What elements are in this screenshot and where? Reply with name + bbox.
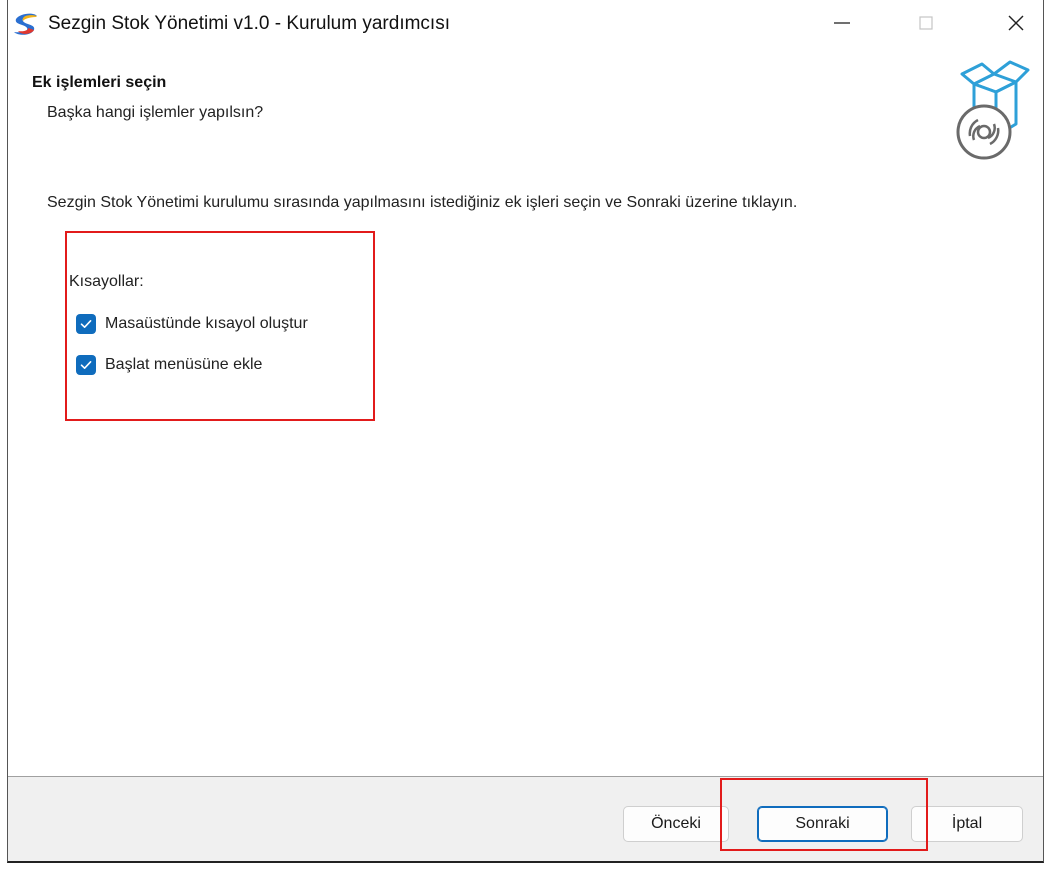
- shortcuts-section-label: Kısayollar:: [69, 273, 144, 290]
- window-title: Sezgin Stok Yönetimi v1.0 - Kurulum yard…: [48, 13, 450, 34]
- close-button[interactable]: [987, 0, 1045, 46]
- desktop-shortcut-checkbox[interactable]: [76, 314, 96, 334]
- setup-wizard-window: Sezgin Stok Yönetimi v1.0 - Kurulum yard…: [7, 0, 1044, 863]
- wizard-content: Sezgin Stok Yönetimi kurulumu sırasında …: [8, 164, 1043, 776]
- page-title: Ek işlemleri seçin: [32, 74, 167, 91]
- sezgin-logo-icon: [14, 13, 37, 35]
- cancel-button[interactable]: İptal: [911, 806, 1023, 842]
- title-bar[interactable]: Sezgin Stok Yönetimi v1.0 - Kurulum yard…: [8, 0, 1043, 48]
- next-button[interactable]: Sonraki: [757, 806, 888, 842]
- back-button[interactable]: Önceki: [623, 806, 729, 842]
- minimize-button[interactable]: [813, 0, 871, 46]
- maximize-icon: [919, 16, 933, 30]
- desktop-shortcut-label: Masaüstünde kısayol oluştur: [105, 315, 308, 332]
- page-subtitle: Başka hangi işlemler yapılsın?: [47, 104, 264, 121]
- instructions-text: Sezgin Stok Yönetimi kurulumu sırasında …: [47, 194, 798, 211]
- checkmark-icon: [80, 361, 92, 369]
- checkmark-icon: [80, 320, 92, 328]
- task-desktop-shortcut[interactable]: Masaüstünde kısayol oluştur: [76, 313, 308, 335]
- setup-box-disc-icon: [956, 60, 1030, 160]
- task-start-menu[interactable]: Başlat menüsüne ekle: [76, 354, 262, 376]
- start-menu-label: Başlat menüsüne ekle: [105, 356, 263, 373]
- close-icon: [1008, 15, 1024, 31]
- wizard-header: Ek işlemleri seçin Başka hangi işlemler …: [8, 48, 1043, 164]
- wizard-footer: Önceki Sonraki İptal: [8, 776, 1043, 861]
- start-menu-checkbox[interactable]: [76, 355, 96, 375]
- maximize-button[interactable]: [897, 0, 955, 46]
- minimize-icon: [834, 22, 850, 24]
